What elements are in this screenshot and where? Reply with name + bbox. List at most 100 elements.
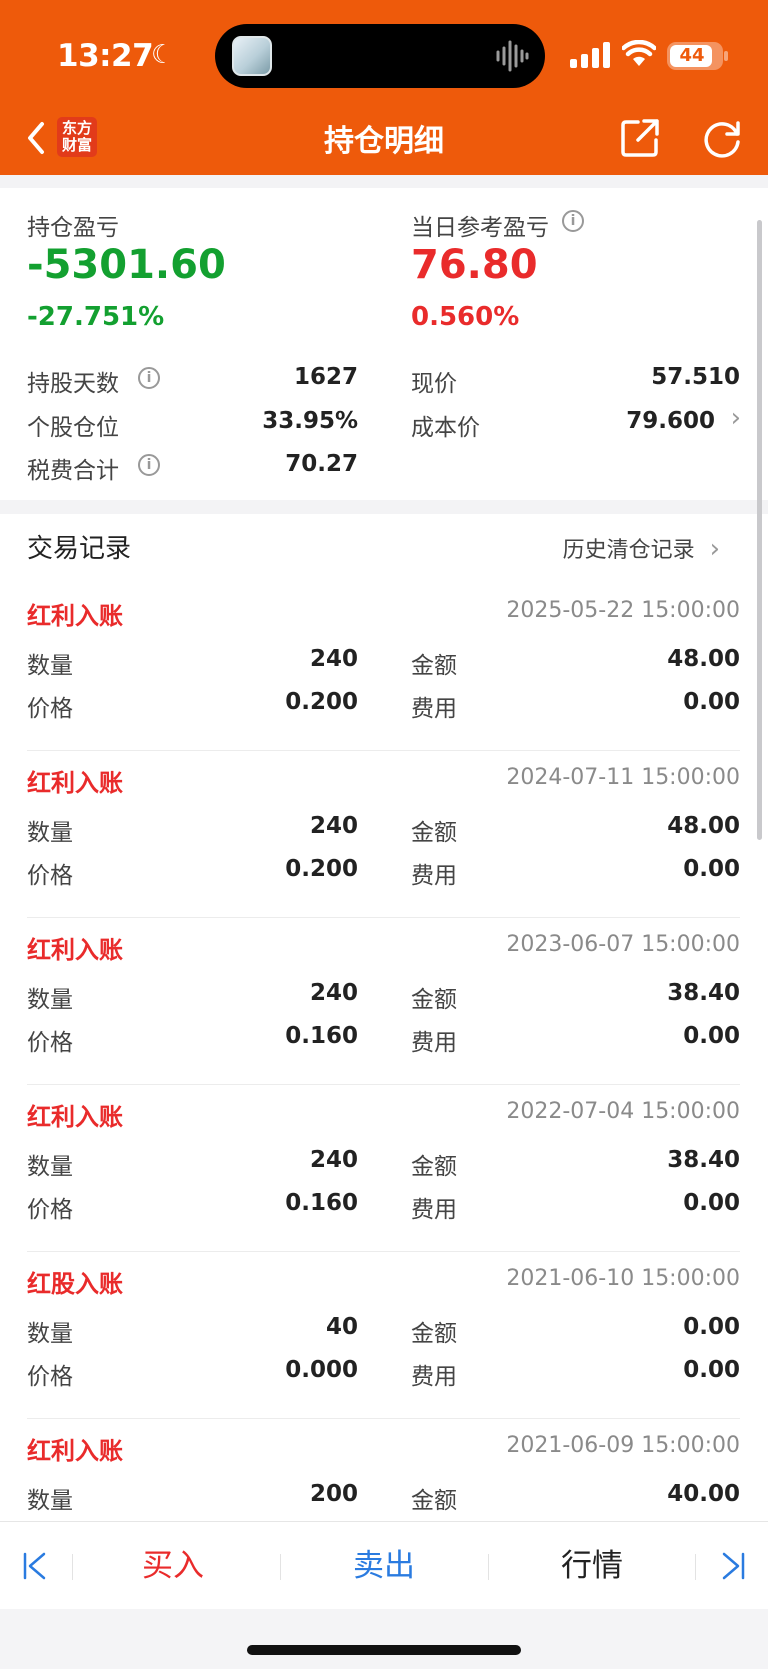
record-type: 红股入账 (27, 1270, 123, 1298)
last-stock-icon[interactable] (716, 1546, 750, 1586)
first-stock-icon[interactable] (18, 1546, 52, 1586)
record-qty-label: 数量 (27, 653, 73, 679)
tax-fee-label: 税费合计 (27, 458, 119, 484)
record-qty-label: 数量 (27, 820, 73, 846)
record-price-value: 0.200 (285, 689, 358, 715)
record-fee-value: 0.00 (683, 856, 740, 882)
history-clear-label: 历史清仓记录 (562, 538, 695, 563)
signal-icon (570, 42, 610, 68)
record-fee-value: 0.00 (683, 1357, 740, 1383)
record-item[interactable]: 红利入账 2023-06-07 15:00:00 数量 240 金额 38.40… (0, 918, 768, 1085)
moon-icon: ☾ (151, 40, 175, 70)
position-pl-value: -5301.60 (27, 242, 226, 288)
record-fee-label: 费用 (411, 1030, 457, 1056)
position-pl-label: 持仓盈亏 (27, 215, 119, 241)
hold-days-info-icon[interactable]: i (138, 367, 160, 389)
audio-wave-icon (496, 40, 529, 72)
buy-button[interactable]: 买入 (93, 1540, 253, 1585)
quote-button[interactable]: 行情 (512, 1540, 672, 1585)
record-qty-value: 200 (309, 1481, 358, 1507)
position-ratio-label: 个股仓位 (27, 415, 119, 441)
home-area (0, 1609, 768, 1669)
record-item[interactable]: 红利入账 2022-07-04 15:00:00 数量 240 金额 38.40… (0, 1085, 768, 1252)
battery-nub (724, 51, 728, 61)
position-pl-percent: -27.751% (27, 302, 165, 332)
cost-price-row[interactable]: 成本价 79.600 › (411, 402, 741, 442)
record-amount-label: 金额 (411, 1154, 457, 1180)
record-qty-label: 数量 (27, 1321, 73, 1347)
record-qty-value: 240 (309, 980, 358, 1006)
battery-percent: 44 (679, 45, 705, 66)
record-qty-label: 数量 (27, 987, 73, 1013)
record-amount-value: 40.00 (667, 1481, 740, 1507)
record-item[interactable]: 红股入账 2021-06-10 15:00:00 数量 40 金额 0.00 价… (0, 1252, 768, 1419)
record-type: 红利入账 (27, 602, 123, 630)
current-price-label: 现价 (411, 371, 457, 397)
record-price-value: 0.200 (285, 856, 358, 882)
app-header: 13:27 ☾ 44 东方 财富 持仓明细 (0, 0, 768, 175)
media-thumbnail (232, 36, 272, 76)
record-fee-label: 费用 (411, 1197, 457, 1223)
chevron-right-icon: › (709, 534, 720, 564)
record-type: 红利入账 (27, 1437, 123, 1465)
current-price-value: 57.510 (651, 364, 740, 390)
bar-separator (72, 1554, 73, 1580)
record-datetime: 2021-06-09 15:00:00 (506, 1433, 740, 1458)
record-price-label: 价格 (27, 696, 73, 722)
bar-separator (280, 1554, 281, 1580)
dynamic-island[interactable] (215, 24, 545, 88)
record-amount-value: 38.40 (667, 1147, 740, 1173)
daily-pl-value: 76.80 (411, 242, 538, 288)
record-fee-value: 0.00 (683, 1023, 740, 1049)
record-qty-value: 240 (309, 1147, 358, 1173)
status-time: 13:27 (57, 38, 154, 74)
wifi-icon (622, 40, 656, 66)
bar-separator (695, 1554, 696, 1580)
record-price-value: 0.000 (285, 1357, 358, 1383)
bottom-action-bar: 买入 卖出 行情 (0, 1521, 768, 1609)
record-price-value: 0.160 (285, 1190, 358, 1216)
share-button[interactable] (618, 116, 662, 160)
record-amount-label: 金额 (411, 1488, 457, 1514)
record-datetime: 2022-07-04 15:00:00 (506, 1099, 740, 1124)
record-amount-value: 48.00 (667, 646, 740, 672)
record-fee-label: 费用 (411, 696, 457, 722)
record-datetime: 2025-05-22 15:00:00 (506, 598, 740, 623)
record-qty-value: 240 (309, 813, 358, 839)
record-price-value: 0.160 (285, 1023, 358, 1049)
record-item[interactable]: 红利入账 2024-07-11 15:00:00 数量 240 金额 48.00… (0, 751, 768, 918)
record-item[interactable]: 红利入账 2025-05-22 15:00:00 数量 240 金额 48.00… (0, 584, 768, 751)
records-title: 交易记录 (27, 534, 132, 564)
record-datetime: 2024-07-11 15:00:00 (506, 765, 740, 790)
record-price-label: 价格 (27, 1197, 73, 1223)
record-type: 红利入账 (27, 769, 123, 797)
daily-pl-info-icon[interactable]: i (562, 210, 584, 232)
record-qty-label: 数量 (27, 1488, 73, 1514)
divider-band (0, 500, 768, 514)
record-fee-value: 0.00 (683, 689, 740, 715)
record-datetime: 2023-06-07 15:00:00 (506, 932, 740, 957)
refresh-button[interactable] (700, 116, 744, 160)
record-fee-label: 费用 (411, 1364, 457, 1390)
cost-price-value: 79.600 (626, 408, 715, 434)
home-indicator[interactable] (247, 1645, 521, 1655)
cost-price-label: 成本价 (411, 415, 480, 441)
record-amount-label: 金额 (411, 1321, 457, 1347)
daily-pl-percent: 0.560% (411, 302, 520, 332)
record-qty-value: 240 (309, 646, 358, 672)
sell-button[interactable]: 卖出 (304, 1540, 464, 1585)
bar-separator (488, 1554, 489, 1580)
history-clear-link[interactable]: 历史清仓记录 › (563, 532, 720, 564)
record-fee-value: 0.00 (683, 1190, 740, 1216)
app-root: 13:27 ☾ 44 东方 财富 持仓明细 持仓盈亏 -5301.60 -27.… (0, 0, 768, 1669)
daily-pl-label: 当日参考盈亏 (411, 215, 549, 241)
record-item[interactable]: 红利入账 2021-06-09 15:00:00 数量 200 金额 40.00 (0, 1419, 768, 1521)
tax-fee-info-icon[interactable]: i (138, 454, 160, 476)
position-ratio-value: 33.95% (262, 408, 358, 434)
scrollbar[interactable] (757, 220, 762, 840)
tax-fee-value: 70.27 (285, 451, 358, 477)
record-fee-label: 费用 (411, 863, 457, 889)
position-summary: 持仓盈亏 -5301.60 -27.751% 当日参考盈亏 i 76.80 0.… (0, 188, 768, 500)
record-price-label: 价格 (27, 1030, 73, 1056)
record-amount-label: 金额 (411, 820, 457, 846)
